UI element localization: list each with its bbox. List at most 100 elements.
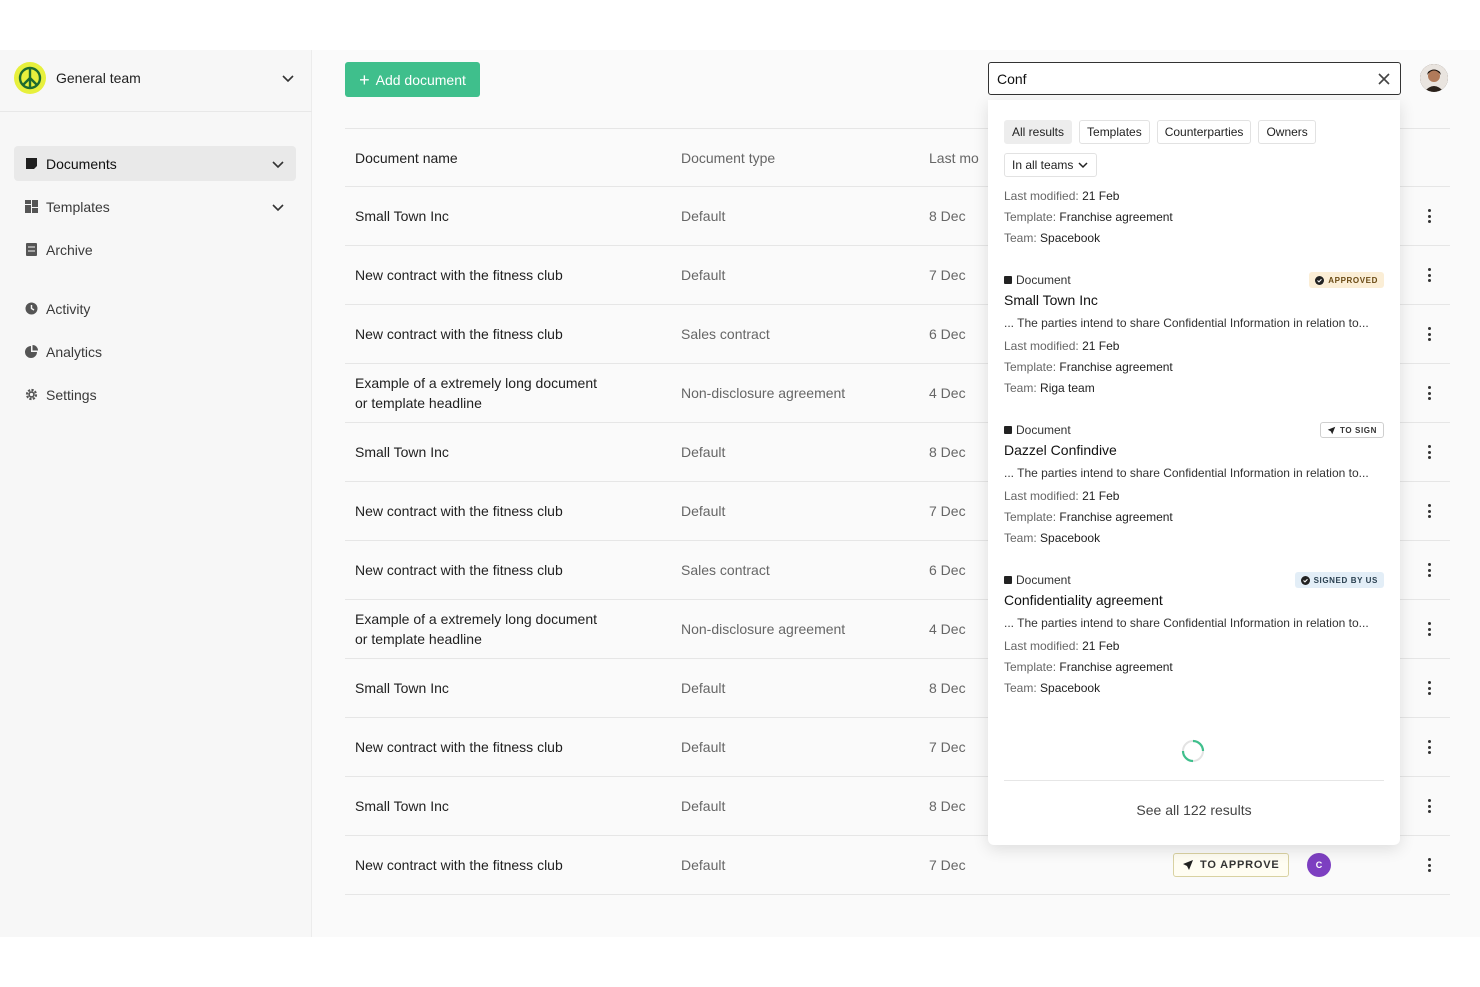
- gear-icon: [24, 388, 38, 402]
- sidebar-item-archive[interactable]: Archive: [14, 232, 296, 267]
- document-type: Non-disclosure agreement: [681, 621, 846, 637]
- more-vertical-icon: [1428, 740, 1432, 754]
- row-menu-button[interactable]: [1409, 858, 1450, 872]
- more-vertical-icon: [1428, 504, 1432, 518]
- result-title: Small Town Inc: [1004, 292, 1098, 308]
- more-vertical-icon: [1428, 327, 1432, 341]
- result-template: Template: Franchise agreement: [1004, 210, 1173, 224]
- more-vertical-icon: [1428, 681, 1432, 695]
- result-template: Template: Franchise agreement: [1004, 660, 1173, 674]
- document-name: Small Town Inc: [355, 208, 449, 224]
- column-header-name[interactable]: Document name: [345, 148, 681, 168]
- more-vertical-icon: [1428, 622, 1432, 636]
- row-menu-button[interactable]: [1409, 327, 1450, 341]
- more-vertical-icon: [1428, 209, 1432, 223]
- check-circle-icon: [1300, 575, 1310, 585]
- result-kind: Document: [1016, 273, 1071, 287]
- pie-chart-icon: [24, 345, 38, 359]
- column-header-type[interactable]: Document type: [681, 150, 929, 166]
- row-menu-button[interactable]: [1409, 209, 1450, 223]
- result-modified: Last modified: 21 Feb: [1004, 489, 1120, 503]
- row-menu-button[interactable]: [1409, 799, 1450, 813]
- document-type: Sales contract: [681, 326, 770, 342]
- sidebar-item-settings[interactable]: Settings: [14, 377, 296, 412]
- more-vertical-icon: [1428, 799, 1432, 813]
- team-name: General team: [56, 70, 141, 86]
- send-icon: [1183, 860, 1193, 870]
- filter-counterparties[interactable]: Counterparties: [1156, 120, 1252, 144]
- result-title: Dazzel Confindive: [1004, 442, 1117, 458]
- divider: [0, 111, 312, 112]
- chevron-down-icon: [272, 203, 284, 211]
- result-template: Template: Franchise agreement: [1004, 510, 1173, 524]
- document-type: Default: [681, 267, 726, 283]
- more-vertical-icon: [1428, 445, 1432, 459]
- document-icon: [1004, 576, 1012, 584]
- document-name: Small Town Inc: [355, 798, 449, 814]
- sidebar-item-activity[interactable]: Activity: [14, 291, 296, 326]
- sidebar-item-label: Analytics: [46, 343, 103, 360]
- result-team: Team: Spacebook: [1004, 531, 1101, 545]
- document-type: Default: [681, 208, 726, 224]
- app-frame: General team Documents Templates Archive: [0, 50, 1480, 937]
- sidebar: General team Documents Templates Archive: [0, 50, 312, 937]
- row-menu-button[interactable]: [1409, 622, 1450, 636]
- result-template: Template: Franchise agreement: [1004, 360, 1173, 374]
- document-type: Default: [681, 680, 726, 696]
- templates-icon: [24, 200, 38, 214]
- row-menu-button[interactable]: [1409, 386, 1450, 400]
- team-filter-select[interactable]: In all teams: [1004, 153, 1098, 177]
- result-team: Team: Spacebook: [1004, 231, 1101, 245]
- search-result[interactable]: Document TO SIGN Dazzel Confindive ... T…: [1004, 421, 1384, 549]
- chevron-down-icon: [282, 75, 294, 83]
- filter-owners[interactable]: Owners: [1258, 120, 1316, 144]
- peace-logo-icon: [14, 62, 46, 94]
- document-date: 7 Dec: [929, 857, 966, 873]
- status-badge: TO APPROVE: [1173, 853, 1289, 877]
- search-result[interactable]: Document APPROVED Small Town Inc ... The…: [1004, 271, 1384, 399]
- document-name: New contract with the fitness club: [355, 267, 563, 283]
- team-filter-label: In all teams: [1012, 158, 1074, 172]
- result-snippet: ... The parties intend to share Confiden…: [1004, 466, 1369, 480]
- add-document-button[interactable]: + Add document: [345, 62, 480, 97]
- filter-all-results[interactable]: All results: [1004, 120, 1073, 144]
- sidebar-item-label: Documents: [46, 155, 117, 172]
- document-icon: [24, 157, 38, 171]
- row-menu-button[interactable]: [1409, 563, 1450, 577]
- search-input[interactable]: [997, 70, 1376, 87]
- loading-spinner-icon: [1181, 739, 1205, 763]
- row-menu-button[interactable]: [1409, 681, 1450, 695]
- document-name: Example of a extremely long document or …: [355, 611, 598, 647]
- row-menu-button[interactable]: [1409, 740, 1450, 754]
- result-modified: Last modified: 21 Feb: [1004, 639, 1120, 653]
- sidebar-item-documents[interactable]: Documents: [14, 146, 296, 181]
- result-snippet: ... The parties intend to share Confiden…: [1004, 616, 1369, 630]
- document-name: New contract with the fitness club: [355, 326, 563, 342]
- user-avatar[interactable]: [1420, 64, 1448, 92]
- row-menu-button[interactable]: [1409, 504, 1450, 518]
- result-kind: Document: [1016, 573, 1071, 587]
- send-icon: [1327, 426, 1336, 434]
- more-vertical-icon: [1428, 386, 1432, 400]
- team-switcher[interactable]: General team: [14, 62, 296, 94]
- avatar[interactable]: C: [1307, 853, 1331, 877]
- row-menu-button[interactable]: [1409, 268, 1450, 282]
- document-name: Small Town Inc: [355, 444, 449, 460]
- sidebar-item-label: Archive: [46, 241, 93, 258]
- sidebar-item-label: Activity: [46, 300, 91, 317]
- sidebar-item-templates[interactable]: Templates: [14, 189, 296, 224]
- filter-templates[interactable]: Templates: [1079, 120, 1150, 144]
- more-vertical-icon: [1428, 268, 1432, 282]
- row-menu-button[interactable]: [1409, 445, 1450, 459]
- result-modified: Last modified: 21 Feb: [1004, 339, 1120, 353]
- sidebar-item-label: Settings: [46, 386, 97, 403]
- result-modified: Last modified: 21 Feb: [1004, 189, 1120, 203]
- chevron-down-icon: [272, 160, 284, 168]
- search-result[interactable]: Document SIGNED BY US Confidentiality ag…: [1004, 571, 1384, 699]
- more-vertical-icon: [1428, 563, 1432, 577]
- status-badge: SIGNED BY US: [1294, 572, 1384, 588]
- sidebar-item-analytics[interactable]: Analytics: [14, 334, 296, 369]
- see-all-results-link[interactable]: See all 122 results: [988, 802, 1400, 818]
- close-icon[interactable]: [1376, 71, 1392, 87]
- add-document-label: Add document: [375, 71, 466, 88]
